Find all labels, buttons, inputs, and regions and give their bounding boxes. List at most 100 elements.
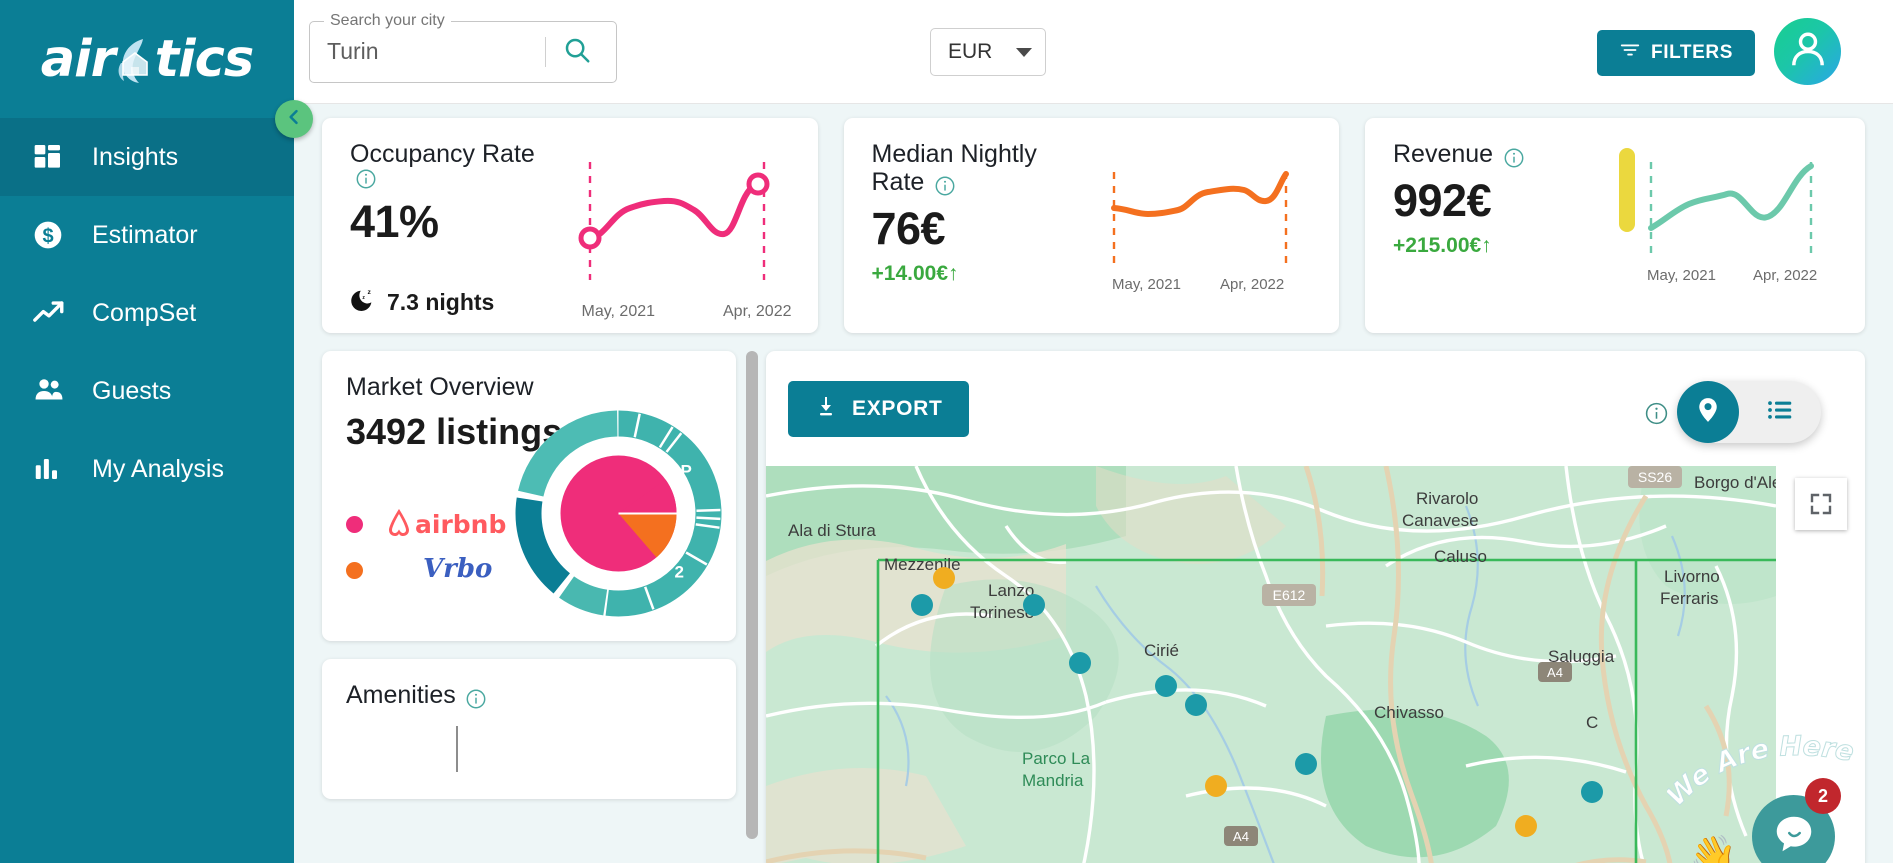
- legend-dot: [346, 561, 363, 579]
- search-field[interactable]: Search your city: [309, 11, 617, 83]
- currency-select[interactable]: EUR: [930, 28, 1046, 76]
- map-label-c: C: [1586, 713, 1598, 732]
- filter-icon: [1619, 39, 1641, 67]
- map-label-caluso: Caluso: [1434, 547, 1487, 566]
- sidebar-item-guests[interactable]: Guests: [0, 352, 294, 430]
- kpi-title: Occupancy Rate: [350, 140, 535, 168]
- sidebar-item-label: Insights: [92, 142, 179, 171]
- svg-text:A4: A4: [1547, 665, 1563, 680]
- market-overview-title: Market Overview: [346, 373, 534, 401]
- filters-label: FILTERS: [1651, 42, 1733, 63]
- info-icon[interactable]: [355, 168, 377, 190]
- kpi-value: 76€: [871, 202, 946, 254]
- map-canvas[interactable]: SS26 E612 A4 A4 Ala di Stura Mezzenile L…: [766, 466, 1865, 863]
- download-icon: [814, 394, 838, 424]
- donut-label-2: 2: [675, 563, 684, 582]
- sidebar-collapse-button[interactable]: [275, 100, 313, 138]
- map-card: EXPORT SS26 E612 A4 A4 Ala di Stura Mezz…: [766, 351, 1865, 863]
- highway-shield-e612: E612: [1262, 584, 1316, 606]
- donut-label-1: 1: [544, 504, 553, 523]
- brand-logo[interactable]: air tics: [0, 0, 294, 118]
- map-marker-airbnb: [911, 594, 933, 616]
- search-input[interactable]: [310, 38, 545, 65]
- axis-end-label: Apr, 2022: [723, 302, 792, 320]
- people-icon: [32, 371, 78, 411]
- info-icon[interactable]: [1503, 147, 1525, 169]
- info-icon[interactable]: [1644, 401, 1669, 431]
- kpi-footer: z z 7.3 nights May, 2021 Apr, 2022: [350, 286, 794, 320]
- search-button[interactable]: [546, 22, 608, 82]
- trend-up-icon: [32, 293, 78, 333]
- map-marker-vrbo: [933, 567, 955, 589]
- moon-sleep-icon: z z: [350, 286, 377, 319]
- left-column: Market Overview 3492 listings airbnb Vrb…: [322, 351, 736, 863]
- chevron-left-icon: [284, 107, 304, 132]
- chat-unread-badge: 2: [1805, 778, 1841, 814]
- dashboard-content: Occupancy Rate 41% z z 7.3 nights May, 2…: [294, 104, 1893, 863]
- map-label-canavese: Canavese: [1402, 511, 1479, 530]
- list-view-option[interactable]: [1739, 395, 1821, 430]
- axis-end-label: Apr, 2022: [1753, 267, 1817, 284]
- kpi-card-median-nightly-rate: Median Nightly Rate 76€ +14.00€↑ May, 20…: [843, 118, 1339, 333]
- map-marker-airbnb: [1023, 594, 1045, 616]
- axis-end-label: Apr, 2022: [1220, 276, 1284, 293]
- kpi-sparkline-median-rate: May, 2021 Apr, 2022: [1090, 140, 1316, 333]
- sidebar-item-insights[interactable]: Insights: [0, 118, 294, 196]
- kpi-sparkline-revenue: May, 2021 Apr, 2022: [1611, 140, 1841, 333]
- map-pin-icon: [1693, 395, 1723, 430]
- svg-text:E612: E612: [1273, 587, 1306, 603]
- amenities-title: Amenities: [346, 681, 456, 709]
- avatar[interactable]: [1774, 18, 1841, 85]
- brand-name-right: tics: [154, 29, 254, 89]
- avg-nights-value: 7.3 nights: [387, 289, 495, 315]
- airbnb-logo-icon: airbnb: [381, 504, 521, 545]
- kpi-delta: +215.00€↑: [1393, 233, 1492, 257]
- map-panel: EXPORT SS26 E612 A4 A4 Ala di Stura Mezz…: [766, 351, 1865, 863]
- sidebar-item-label: My Analysis: [92, 454, 224, 483]
- filters-button[interactable]: FILTERS: [1597, 30, 1755, 76]
- map-label-parco: Parco La: [1022, 749, 1091, 768]
- sidebar: air tics Insights $ Estimator CompSet Gu…: [0, 0, 313, 863]
- svg-text:A4: A4: [1233, 829, 1249, 844]
- map-view-option[interactable]: [1677, 381, 1739, 443]
- brand-name-left: air: [40, 29, 116, 89]
- svg-text:z: z: [362, 295, 365, 301]
- highway-shield-a4-bottom: A4: [1224, 826, 1258, 846]
- info-icon[interactable]: [465, 688, 487, 710]
- sidebar-item-estimator[interactable]: $ Estimator: [0, 196, 294, 274]
- map-label-saluggia: Saluggia: [1548, 647, 1615, 666]
- bar-chart-icon: [32, 449, 78, 489]
- map-marker-vrbo: [1205, 775, 1227, 797]
- axis-start-label: May, 2021: [581, 302, 656, 320]
- user-avatar-icon: [1785, 26, 1831, 77]
- fullscreen-icon: [1809, 492, 1833, 516]
- revenue-highlight-bar: [1619, 148, 1635, 232]
- house-leaf-logo-icon: [113, 33, 157, 85]
- map-list-view-toggle[interactable]: [1677, 381, 1821, 443]
- export-button[interactable]: EXPORT: [788, 381, 969, 437]
- app-root: air tics Insights $ Estimator CompSet Gu…: [0, 0, 1893, 863]
- kpi-value: 992€: [1393, 174, 1492, 226]
- info-icon[interactable]: [934, 175, 956, 197]
- map-marker-airbnb: [1185, 694, 1207, 716]
- map-label-cirie: Cirié: [1144, 641, 1179, 660]
- svg-text:airbnb: airbnb: [415, 510, 506, 539]
- map-label-ala-di-stura: Ala di Stura: [788, 521, 876, 540]
- avg-nights: z z 7.3 nights: [350, 286, 494, 319]
- dollar-circle-icon: $: [32, 215, 78, 255]
- export-label: EXPORT: [852, 397, 943, 420]
- search-label: Search your city: [324, 11, 451, 30]
- kpi-delta: +14.00€↑: [871, 261, 959, 285]
- fullscreen-button[interactable]: [1795, 478, 1847, 530]
- amenities-card: Amenities: [322, 659, 736, 799]
- map-label-ferraris: Ferraris: [1660, 589, 1719, 608]
- top-bar: Search your city EUR: [294, 0, 1893, 104]
- content-scrollbar[interactable]: [746, 351, 758, 839]
- sidebar-nav: Insights $ Estimator CompSet Guests My A…: [0, 118, 294, 508]
- map-label-rivarolo: Rivarolo: [1416, 489, 1478, 508]
- svg-text:SS26: SS26: [1638, 469, 1672, 485]
- kpi-card-occupancy-rate: Occupancy Rate 41% z z 7.3 nights May, 2…: [322, 118, 818, 333]
- sidebar-item-my-analysis[interactable]: My Analysis: [0, 430, 294, 508]
- sidebar-item-compset[interactable]: CompSet: [0, 274, 294, 352]
- search-icon: [562, 35, 592, 68]
